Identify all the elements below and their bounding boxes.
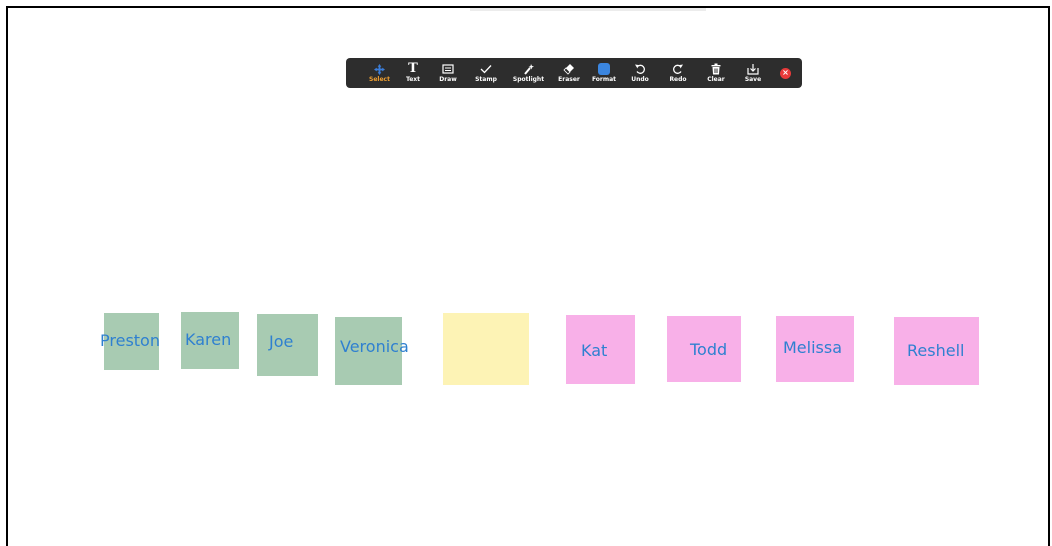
- redo-button[interactable]: Redo: [658, 58, 698, 88]
- clear-button[interactable]: Clear: [698, 58, 734, 88]
- save-label: Save: [744, 76, 762, 83]
- save-icon: [747, 62, 759, 76]
- top-edge-bar: [470, 8, 706, 11]
- undo-icon: [634, 62, 646, 76]
- spotlight-icon: [523, 62, 535, 76]
- sticky-note-text: Joe: [269, 332, 294, 351]
- sticky-note-text: Kat: [581, 341, 608, 360]
- sticky-note-text: Melissa: [783, 338, 843, 357]
- select-tool-button[interactable]: Select: [362, 58, 397, 88]
- draw-icon: [442, 62, 454, 76]
- sticky-note-veronica[interactable]: Veronica: [335, 317, 409, 385]
- sticky-note-text: Karen: [185, 330, 232, 349]
- sticky-note-reshell[interactable]: Reshell: [894, 317, 979, 385]
- close-icon: ×: [782, 68, 789, 77]
- sticky-note-blank[interactable]: [443, 313, 529, 385]
- eraser-tool-button[interactable]: Eraser: [552, 58, 586, 88]
- sticky-note-karen[interactable]: Karen: [181, 312, 239, 369]
- stamp-tool-label: Stamp: [475, 76, 497, 83]
- sticky-note-joe[interactable]: Joe: [257, 314, 318, 376]
- format-color-icon: [598, 62, 610, 76]
- sticky-note-kat[interactable]: Kat: [566, 315, 635, 384]
- format-tool-label: Format: [591, 76, 617, 83]
- format-tool-button[interactable]: Format: [586, 58, 622, 88]
- sticky-note-text: Reshell: [907, 341, 965, 360]
- undo-label: Undo: [631, 76, 649, 83]
- annotation-toolbar: Select T Text Draw Stamp Spotlight Erase…: [346, 58, 802, 88]
- sticky-note-todd[interactable]: Todd: [667, 316, 741, 382]
- text-tool-label: Text: [405, 76, 421, 83]
- sticky-note-text: Todd: [690, 340, 728, 359]
- stamp-check-icon: [480, 62, 492, 76]
- eraser-tool-label: Eraser: [558, 76, 580, 83]
- select-move-icon: [374, 62, 385, 76]
- eraser-icon: [563, 62, 575, 76]
- sticky-note-melissa[interactable]: Melissa: [776, 316, 854, 382]
- stamp-tool-button[interactable]: Stamp: [467, 58, 505, 88]
- spotlight-tool-button[interactable]: Spotlight: [505, 58, 552, 88]
- close-toolbar-button[interactable]: ×: [780, 67, 791, 79]
- text-tool-button[interactable]: T Text: [397, 58, 429, 88]
- save-button[interactable]: Save: [734, 58, 772, 88]
- clear-label: Clear: [707, 76, 725, 83]
- clear-trash-icon: [710, 62, 722, 76]
- undo-button[interactable]: Undo: [622, 58, 658, 88]
- draw-tool-label: Draw: [439, 76, 457, 83]
- sticky-note-text: Preston: [100, 331, 160, 350]
- text-icon: T: [408, 61, 418, 76]
- redo-label: Redo: [669, 76, 687, 83]
- select-tool-label: Select: [369, 76, 390, 83]
- sticky-note-text: Veronica: [340, 337, 409, 356]
- redo-icon: [672, 62, 684, 76]
- draw-tool-button[interactable]: Draw: [429, 58, 467, 88]
- spotlight-tool-label: Spotlight: [512, 76, 545, 83]
- sticky-note-preston[interactable]: Preston: [100, 313, 160, 370]
